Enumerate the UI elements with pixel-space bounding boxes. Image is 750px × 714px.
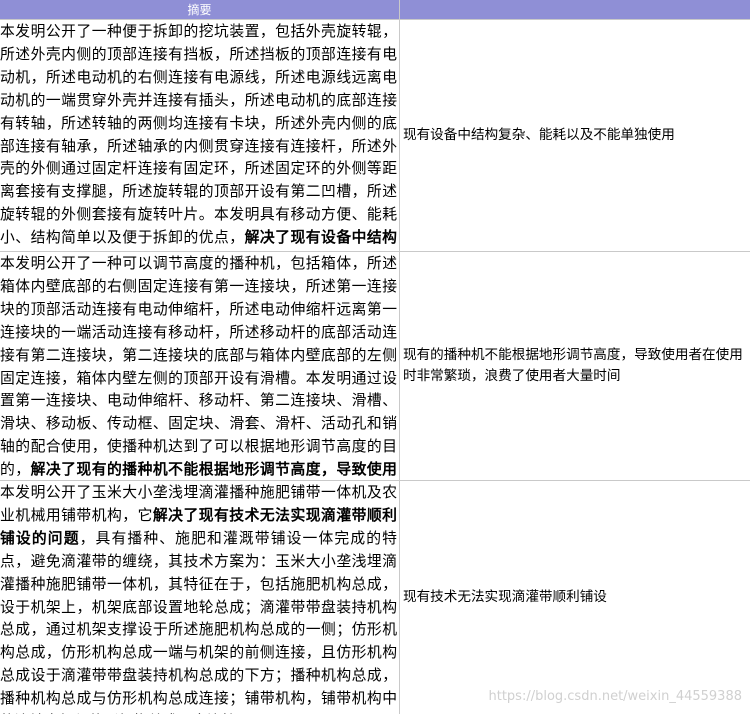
problem-text: 现有技术无法实现滴灌带顺利铺设 — [403, 589, 607, 605]
problem-text: 现有的播种机不能根据地形调节高度，导致使用者在使用时非常繁琐，浪费了使用者大量时… — [403, 347, 743, 384]
table-row-1-abstract-cell[interactable]: 本发明公开了一种便于拆卸的挖坑装置，包括外壳旋转辊，所述外壳内侧的顶部连接有挡板… — [0, 20, 400, 252]
table-row-2-problem-cell[interactable]: 现有的播种机不能根据地形调节高度，导致使用者在使用时非常繁琐，浪费了使用者大量时… — [400, 252, 750, 481]
abstract-tail-text: ，具有播种、施肥和灌溉带铺设一体完成的特点，避免滴灌带的缠绕，其技术方案为：玉米… — [0, 529, 397, 714]
column-header-problem[interactable] — [400, 0, 750, 20]
table-row-2-abstract-cell[interactable]: 本发明公开了一种可以调节高度的播种机，包括箱体，所述箱体内壁底部的右侧固定连接有… — [0, 252, 400, 481]
table-row-3-abstract-cell[interactable]: 本发明公开了玉米大小垄浅埋滴灌播种施肥铺带一体机及农业机械用铺带机构，它解决了现… — [0, 481, 400, 714]
table-row-3-problem-cell[interactable]: 现有技术无法实现滴灌带顺利铺设 — [400, 481, 750, 714]
abstract-bold-text: 解决了现有的播种机不能根据地形调节高度，导致使用者在使用时非常繁琐，浪费了使用者… — [30, 461, 397, 479]
abstract-text: 本发明公开了一种便于拆卸的挖坑装置，包括外壳旋转辊，所述外壳内侧的顶部连接有挡板… — [0, 23, 397, 247]
spreadsheet-view: 摘要 本发明公开了一种便于拆卸的挖坑装置，包括外壳旋转辊，所述外壳内侧的顶部连接… — [0, 0, 750, 714]
problem-text: 现有设备中结构复杂、能耗以及不能单独使用 — [403, 127, 675, 143]
watermark: https://blog.csdn.net/weixin_44559388 — [488, 689, 742, 704]
abstract-text: 本发明公开了一种可以调节高度的播种机，包括箱体，所述箱体内壁底部的右侧固定连接有… — [0, 255, 397, 479]
table-row-1-problem-cell[interactable]: 现有设备中结构复杂、能耗以及不能单独使用 — [400, 20, 750, 252]
column-header-abstract[interactable]: 摘要 — [0, 0, 400, 20]
